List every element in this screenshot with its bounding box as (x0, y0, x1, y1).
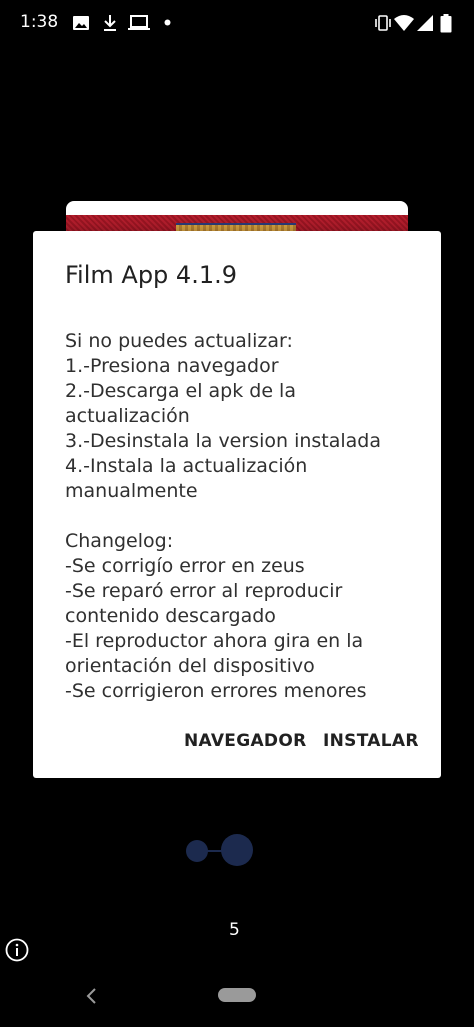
info-icon[interactable] (5, 938, 29, 962)
back-icon[interactable] (84, 986, 98, 1006)
pager-dot-active[interactable] (221, 834, 253, 866)
image-icon (73, 16, 89, 30)
battery-icon (440, 14, 452, 33)
wifi-icon (394, 15, 414, 31)
instalar-button[interactable]: INSTALAR (323, 731, 419, 751)
dialog-message: Si no puedes actualizar: 1.-Presiona nav… (65, 330, 382, 702)
page-number: 5 (229, 920, 240, 940)
laptop-icon (128, 15, 150, 30)
status-bar: 1:38 (0, 0, 474, 46)
navegador-button[interactable]: NAVEGADOR (184, 731, 306, 751)
dot-icon (164, 19, 171, 26)
download-icon (104, 15, 116, 31)
update-dialog: Film App 4.1.9 Si no puedes actualizar: … (33, 231, 441, 778)
home-pill[interactable] (218, 988, 256, 1002)
dialog-title: Film App 4.1.9 (65, 261, 237, 289)
status-time: 1:38 (20, 12, 59, 32)
signal-icon (417, 15, 433, 31)
vibrate-icon (375, 15, 391, 31)
pager-dots (186, 834, 256, 866)
pager-dot-inactive[interactable] (186, 840, 208, 862)
